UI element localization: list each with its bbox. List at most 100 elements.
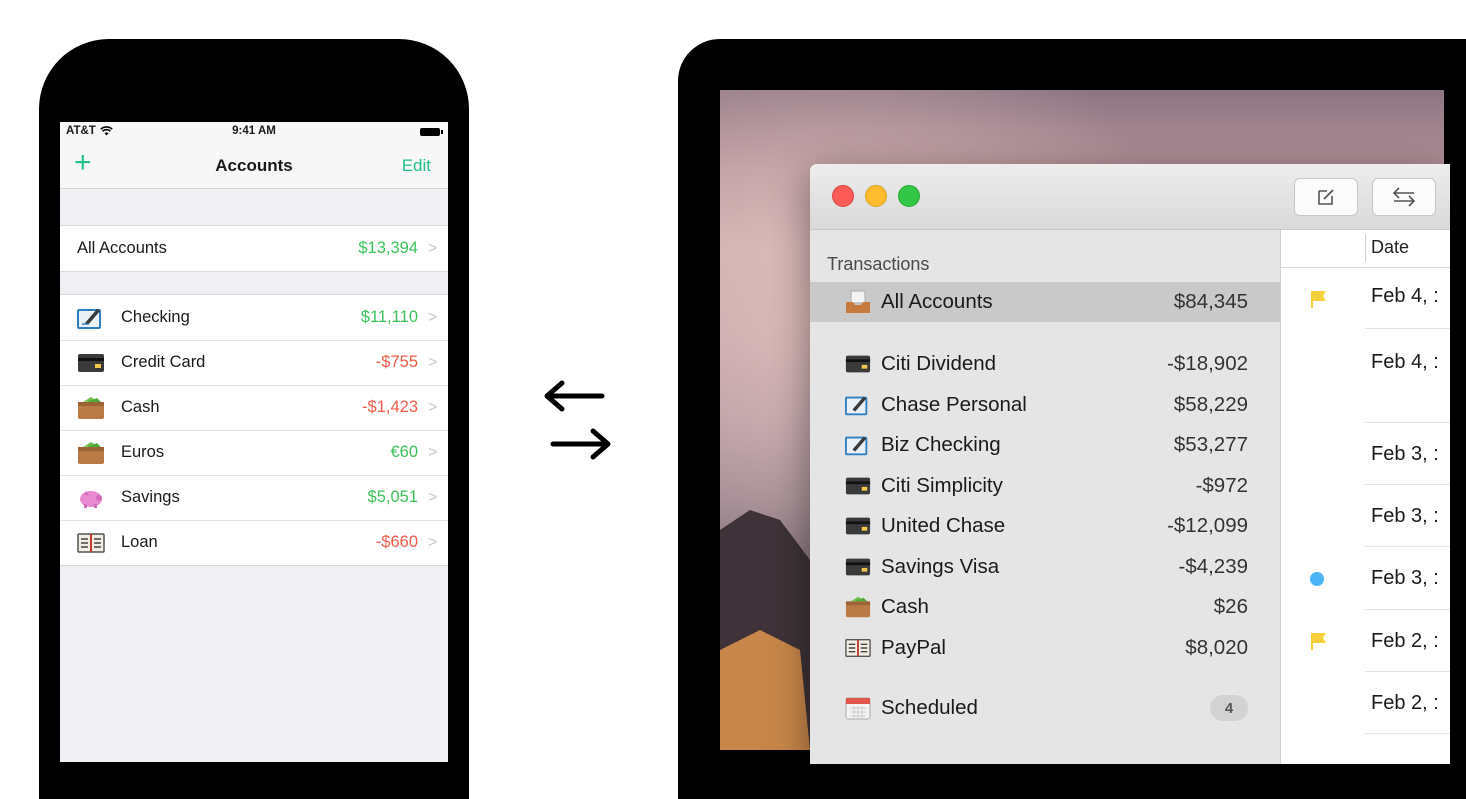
table-row[interactable]: Feb 3, : [1281, 423, 1450, 485]
sidebar-item[interactable]: United Chase -$12,099 [810, 506, 1280, 546]
transaction-date: Feb 2, : [1371, 692, 1439, 714]
list-item[interactable]: Checking $11,110 > [60, 295, 448, 340]
edit-button[interactable]: Edit [402, 156, 431, 176]
list-item-amount: -$1,423 [362, 398, 418, 416]
list-item-label: Checking [121, 308, 190, 326]
transaction-date: Feb 2, : [1371, 630, 1439, 652]
transaction-date: Feb 3, : [1371, 505, 1439, 527]
transaction-list: Date Feb 4, : Feb 4, : Feb 3, : Feb 3, :… [1281, 230, 1450, 764]
credit-card-icon [843, 476, 873, 496]
sidebar-item-amount: -$18,902 [1167, 352, 1248, 375]
column-header-date[interactable]: Date [1371, 237, 1409, 258]
sidebar-item-label: All Accounts [881, 290, 993, 313]
credit-card-icon [76, 352, 106, 374]
status-time: 9:41 AM [232, 125, 276, 137]
flag-icon [1311, 291, 1326, 308]
credit-card-icon [843, 354, 873, 374]
sidebar-item-label: Scheduled [881, 696, 978, 719]
all-accounts-group: All Accounts $13,394 > [60, 225, 448, 272]
chevron-right-icon: > [428, 308, 438, 326]
checkbook-icon [76, 307, 106, 329]
table-row[interactable]: Feb 4, : [1281, 267, 1450, 329]
sidebar-item-label: Cash [881, 595, 929, 618]
list-item[interactable]: Savings $5,051 > [60, 475, 448, 520]
table-row[interactable]: Feb 3, : [1281, 547, 1450, 610]
sidebar-item-label: Citi Simplicity [881, 474, 1003, 497]
sync-arrows-icon [544, 380, 611, 460]
list-item-amount: $5,051 [367, 488, 418, 506]
sidebar-item-label: Chase Personal [881, 393, 1027, 416]
list-header: Date [1281, 230, 1450, 268]
table-row[interactable]: Feb 4, : [1281, 329, 1450, 423]
title-bar [810, 164, 1450, 230]
list-item-amount: €60 [390, 443, 418, 461]
transaction-date: Feb 3, : [1371, 443, 1439, 465]
sidebar: Transactions All Accounts $84,345 Citi D… [810, 230, 1281, 764]
nav-bar: + Accounts Edit [60, 142, 448, 189]
sidebar-item-amount: -$972 [1195, 474, 1248, 497]
transaction-date: Feb 4, : [1371, 285, 1439, 307]
cleared-dot-icon [1310, 572, 1324, 586]
sidebar-item-amount: $8,020 [1185, 636, 1248, 659]
sidebar-item[interactable]: Biz Checking $53,277 [810, 425, 1280, 465]
sidebar-item[interactable]: Savings Visa -$4,239 [810, 547, 1280, 587]
transaction-date: Feb 3, : [1371, 567, 1439, 589]
list-item[interactable]: Loan -$660 > [60, 520, 448, 565]
calendar-icon [843, 696, 873, 720]
piggy-bank-icon [76, 487, 106, 509]
list-item-amount: $11,110 [360, 308, 418, 326]
zoom-window-button[interactable] [898, 185, 920, 207]
wallet-icon [76, 396, 106, 419]
transaction-date: Feb 4, : [1371, 351, 1439, 373]
list-item-all-accounts[interactable]: All Accounts $13,394 > [60, 226, 448, 271]
list-item[interactable]: Euros €60 > [60, 430, 448, 475]
sidebar-item-label: United Chase [881, 514, 1006, 537]
page-title: Accounts [215, 156, 293, 175]
list-item-label: All Accounts [77, 239, 167, 257]
sidebar-item-amount: $58,229 [1173, 393, 1248, 416]
iphone-screen: AT&T 9:41 AM + Accounts Edit All Account… [60, 122, 448, 762]
scheduled-count-badge: 4 [1210, 695, 1248, 721]
sidebar-item[interactable]: Chase Personal $58,229 [810, 385, 1280, 425]
sidebar-item-scheduled[interactable]: Scheduled 4 [810, 688, 1280, 728]
chevron-right-icon: > [428, 239, 438, 257]
close-window-button[interactable] [832, 185, 854, 207]
list-item-label: Savings [121, 488, 180, 506]
minimize-window-button[interactable] [865, 185, 887, 207]
list-item[interactable]: Credit Card -$755 > [60, 340, 448, 385]
flag-icon [1311, 633, 1326, 650]
checkbook-icon [843, 394, 873, 416]
sidebar-item-amount: $84,345 [1173, 290, 1248, 313]
compose-icon [1318, 189, 1334, 205]
list-item[interactable]: Cash -$1,423 > [60, 385, 448, 430]
sidebar-item[interactable]: Citi Dividend -$18,902 [810, 344, 1280, 384]
table-row[interactable]: Feb 3, : [1281, 485, 1450, 547]
sidebar-item-amount: $26 [1213, 595, 1248, 618]
table-row[interactable]: Feb 2, : [1281, 610, 1450, 672]
sidebar-item-label: Biz Checking [881, 433, 1001, 456]
new-transaction-button[interactable] [1294, 178, 1358, 216]
credit-card-icon [843, 557, 873, 577]
sidebar-item-amount: $53,277 [1173, 433, 1248, 456]
credit-card-icon [843, 516, 873, 536]
chevron-right-icon: > [428, 398, 438, 416]
accounts-group: Checking $11,110 > Credit Card -$755 > C… [60, 294, 448, 566]
sidebar-item-amount: -$4,239 [1178, 555, 1248, 578]
list-item-label: Cash [121, 398, 160, 416]
table-row[interactable]: Feb 2, : [1281, 672, 1450, 734]
wallet-icon [76, 441, 106, 464]
sidebar-item-label: PayPal [881, 636, 946, 659]
chevron-right-icon: > [428, 443, 438, 461]
list-item-label: Credit Card [121, 353, 206, 371]
sidebar-item[interactable]: PayPal $8,020 [810, 628, 1280, 668]
sidebar-item[interactable]: Citi Simplicity -$972 [810, 466, 1280, 506]
list-item-amount: -$755 [375, 353, 418, 371]
sidebar-item-amount: -$12,099 [1167, 514, 1248, 537]
ledger-book-icon [843, 637, 873, 659]
checkbook-icon [843, 434, 873, 456]
transfer-button[interactable] [1372, 178, 1436, 216]
list-item-amount: $13,394 [358, 239, 418, 257]
sidebar-item[interactable]: Cash $26 [810, 587, 1280, 627]
sidebar-item-all-accounts[interactable]: All Accounts $84,345 [810, 282, 1280, 322]
list-item-amount: -$660 [375, 533, 418, 551]
